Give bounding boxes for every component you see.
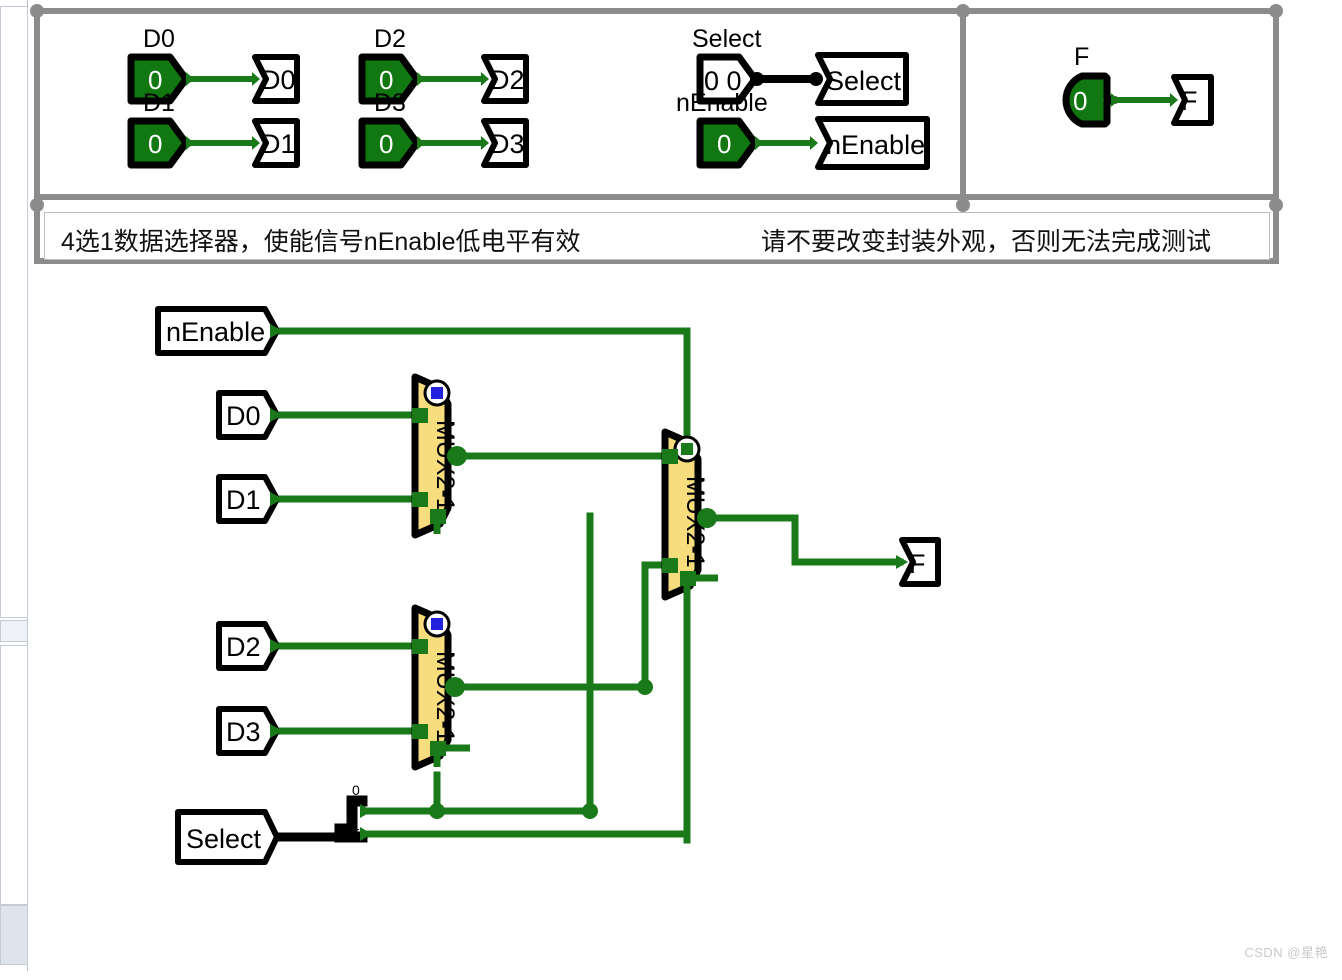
appearance-caption-F: F (1074, 43, 1089, 71)
pin-label-schematic-D1: D1 (226, 485, 261, 515)
port-mux-2-in1 (412, 724, 428, 739)
appearance-caption-D3: D3 (374, 89, 406, 117)
splitter-bit-label-1: 1 (352, 817, 360, 833)
pin-label-D0: D0 (261, 65, 296, 95)
description-text-right: 请不要改变封装外观，否则无法完成测试 (761, 228, 1212, 256)
appearance-pin-D3[interactable]: D3 (481, 118, 529, 168)
wire-sel0-to-mux1-select (362, 512, 594, 815)
pin-label-D2: D2 (490, 65, 525, 95)
pin-label-D3: D3 (490, 129, 525, 159)
port-marker-nEnable-in (810, 136, 818, 150)
port-mux-1-out (447, 446, 467, 466)
wire-mux2-out-to-mux3-in1 (452, 561, 674, 691)
component-mux-1[interactable]: MUX2-1 (411, 373, 467, 539)
port-marker-D2-out (417, 72, 425, 86)
enable-led-fill-mux-3 (681, 443, 693, 455)
port-mux-1-in1 (412, 492, 428, 507)
schematic-pin-D1[interactable]: D1 (216, 474, 280, 524)
pin-label-schematic-nEnable: nEnable (166, 317, 265, 347)
pin-label-schematic-F: F (909, 549, 926, 579)
enable-led-fill-mux-2 (431, 618, 443, 630)
appearance-caption-nEnable: nEnable (676, 89, 768, 117)
appearance-probe-F[interactable]: 0 (1062, 72, 1120, 128)
watermark: CSDN @星艳 (1244, 945, 1328, 960)
port-mux-3-in1 (662, 558, 678, 573)
port-marker-D2-in (481, 72, 489, 86)
junction-sel0-a (582, 803, 598, 819)
port-mux-2-in0 (412, 639, 428, 654)
appearance-pin-Select[interactable]: Select (815, 52, 909, 106)
port-marker-D1-out (186, 136, 194, 150)
component-label-mux-1: MUX2-1 (431, 420, 459, 512)
probe-value-F: 0 (1073, 86, 1087, 116)
component-mux-3[interactable]: MUX2-1 (661, 428, 718, 601)
appearance-pin-D1[interactable]: D1 (252, 118, 300, 168)
pin-label-F: F (1181, 86, 1198, 116)
appearance-toggle-nEnable[interactable]: 0 (696, 117, 759, 169)
port-marker-Select-out (750, 72, 764, 86)
appearance-pin-D0[interactable]: D0 (252, 54, 300, 104)
schematic-pin-D3[interactable]: D3 (216, 706, 280, 756)
schematic-pin-D2[interactable]: D2 (216, 621, 280, 671)
wire-mux3-out-to-F (703, 514, 904, 566)
appearance-caption-Select: Select (692, 25, 762, 53)
junction-mux2out (637, 679, 653, 695)
port-mux-2-out (445, 677, 465, 697)
appearance-toggle-D3[interactable]: 0 (358, 117, 421, 169)
port-mux-3-in0 (662, 449, 678, 464)
wire-group (273, 327, 904, 844)
port-marker-D3-in (481, 136, 489, 150)
pin-label-schematic-D0: D0 (226, 401, 261, 431)
port-mux-3-out (697, 508, 717, 528)
splitter-bit-label-0: 0 (352, 782, 360, 798)
port-marker-F-in (1111, 93, 1119, 107)
schematic-pin-Select[interactable]: Select (175, 809, 280, 865)
port-marker-Select-in (809, 72, 823, 86)
port-marker-D3-out (417, 136, 425, 150)
description-text-left: 4选1数据选择器，使能信号nEnable低电平有效 (61, 228, 581, 256)
pin-label-schematic-D3: D3 (226, 717, 261, 747)
port-marker-nEnable-out (755, 136, 763, 150)
schematic-pin-nEnable[interactable]: nEnable (155, 306, 280, 356)
port-marker-F-out (1170, 93, 1178, 107)
pin-label-nEnable: nEnable (826, 130, 925, 160)
wire-sel0-to-mux2-select (362, 771, 441, 815)
pin-label-D1: D1 (261, 129, 296, 159)
appearance-caption-D2: D2 (374, 25, 406, 53)
toggle-value-nEnable: 0 (717, 129, 731, 159)
appearance-pin-F[interactable]: F (1171, 74, 1214, 126)
appearance-pin-nEnable[interactable]: nEnable (815, 116, 930, 170)
schematic-pin-D0[interactable]: D0 (216, 390, 280, 440)
wire-nEnable-to-mux3-enable (273, 327, 691, 844)
appearance-caption-D1: D1 (143, 89, 175, 117)
junction-sel0-b (429, 803, 445, 819)
component-mux-2[interactable]: MUX2-1 (411, 604, 470, 771)
port-marker-D1-in (252, 136, 260, 150)
pin-label-schematic-Select: Select (186, 824, 262, 854)
description-bar: 4选1数据选择器，使能信号nEnable低电平有效 请不要改变封装外观，否则无法… (44, 212, 1270, 260)
toggle-value-D1: 0 (148, 129, 162, 159)
enable-led-fill-mux-1 (431, 387, 443, 399)
port-marker-D0-out (186, 72, 194, 86)
port-marker-D0-in (252, 72, 260, 86)
appearance-caption-D0: D0 (143, 25, 175, 53)
port-mux-1-in0 (412, 408, 428, 423)
appearance-toggle-D1[interactable]: 0 (127, 117, 190, 169)
toggle-value-D3: 0 (379, 129, 393, 159)
pin-label-Select: Select (826, 66, 902, 96)
appearance-pin-D2[interactable]: D2 (481, 54, 529, 104)
schematic-canvas: 0 1 nEnable D0 D1 D2 D3 Select F MUX2-1 … (155, 306, 941, 865)
port-F (896, 555, 908, 569)
pin-label-schematic-D2: D2 (226, 632, 261, 662)
